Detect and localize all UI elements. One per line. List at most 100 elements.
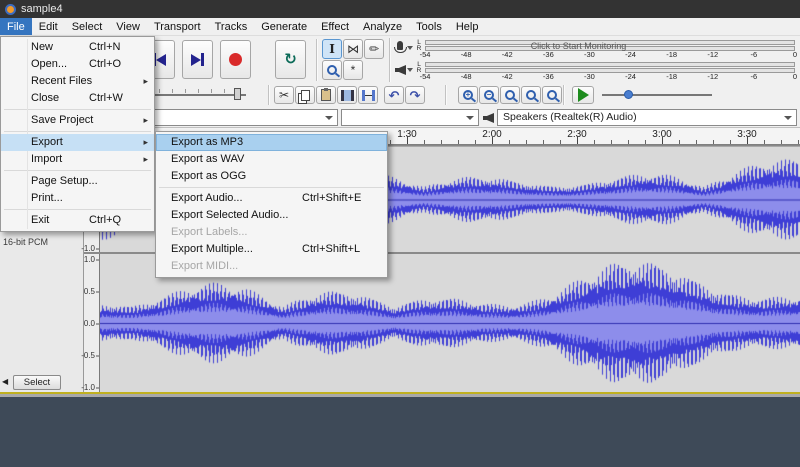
menubar: File Edit Select View Transport Tracks Generat… bbox=[0, 18, 800, 36]
paste-icon bbox=[321, 88, 331, 101]
menubar-item-generate[interactable]: Generate bbox=[254, 18, 314, 35]
file-menu-item-open[interactable]: Open... Ctrl+O bbox=[1, 56, 154, 73]
file-menu-item-import[interactable]: Import ▸ bbox=[1, 151, 154, 168]
zoom-toggle-button[interactable] bbox=[542, 86, 562, 104]
redo-button[interactable]: ↷ bbox=[405, 86, 425, 104]
timeline-tick bbox=[696, 140, 697, 144]
cut-button[interactable]: ✂ bbox=[274, 86, 294, 104]
timeline-tick bbox=[458, 140, 459, 144]
monitoring-status-text[interactable]: Click to Start Monitoring bbox=[531, 42, 627, 51]
selection-tool-button[interactable]: I bbox=[322, 39, 342, 59]
draw-tool-icon: ✏ bbox=[368, 42, 380, 56]
file-menu-item-exit[interactable]: Exit Ctrl+Q bbox=[1, 212, 154, 229]
submenu-arrow-icon: ▸ bbox=[143, 154, 148, 164]
playback-device-value: Speakers (Realtek(R) Audio) bbox=[503, 111, 637, 123]
export-submenu-item-export-as-ogg[interactable]: Export as OGG bbox=[156, 168, 387, 185]
timeline-tick bbox=[407, 137, 408, 144]
menubar-item-tracks[interactable]: Tracks bbox=[208, 18, 255, 35]
zoom-fit-button[interactable] bbox=[521, 86, 541, 104]
silence-audio-icon bbox=[361, 89, 375, 101]
menu-item-shortcut: Ctrl+O bbox=[89, 58, 122, 70]
file-menu-item-print[interactable]: Print... bbox=[1, 190, 154, 207]
recording-volume-thumb[interactable] bbox=[234, 88, 241, 100]
zoom-in-icon: + bbox=[463, 90, 473, 100]
speaker-icon bbox=[395, 65, 406, 75]
menu-item-label: Save Project bbox=[31, 114, 94, 126]
export-submenu-item-export-multiple[interactable]: Export Multiple... Ctrl+Shift+L bbox=[156, 241, 387, 258]
playback-meter[interactable]: LR -54 -48 -42 -36 -30 -24 -18 -12 -6 0 bbox=[393, 60, 798, 81]
track-select-button[interactable]: Select bbox=[13, 375, 61, 390]
paste-button[interactable] bbox=[316, 86, 336, 104]
menubar-item-tools[interactable]: Tools bbox=[409, 18, 449, 35]
collapse-track-icon[interactable]: ◀ bbox=[2, 378, 8, 386]
play-speed-thumb[interactable] bbox=[624, 90, 633, 99]
meter-scale-label: -12 bbox=[707, 72, 719, 81]
menubar-item-transport[interactable]: Transport bbox=[147, 18, 208, 35]
file-menu-item-export[interactable]: Export ▸ bbox=[1, 134, 154, 151]
export-submenu-item-export-selected-audio[interactable]: Export Selected Audio... bbox=[156, 207, 387, 224]
copy-button[interactable] bbox=[295, 86, 315, 104]
menu-item-label: Export as OGG bbox=[171, 170, 247, 182]
vertical-ruler-right[interactable]: 1.0 0.5 0.0 -0.5 -1.0 bbox=[81, 254, 100, 392]
trim-audio-icon bbox=[340, 89, 354, 101]
menu-item-label: Export Labels... bbox=[171, 226, 248, 238]
timeline-tick bbox=[577, 137, 578, 144]
multi-tool-icon: * bbox=[350, 63, 356, 77]
meter-scale-label: -42 bbox=[501, 50, 513, 59]
menubar-item-view[interactable]: View bbox=[109, 18, 147, 35]
record-button[interactable] bbox=[220, 40, 251, 79]
timeline-tick bbox=[798, 140, 799, 144]
menu-item-label: Export as MP3 bbox=[171, 136, 244, 148]
play-at-speed-button[interactable] bbox=[572, 86, 594, 104]
multi-tool-button[interactable]: * bbox=[343, 60, 363, 80]
meter-dropdown-arrow-icon[interactable] bbox=[407, 46, 413, 50]
file-menu-separator bbox=[4, 209, 151, 210]
vertical-ruler-tick bbox=[96, 355, 99, 357]
export-submenu-item-export-audio[interactable]: Export Audio... Ctrl+Shift+E bbox=[156, 190, 387, 207]
meter-scale-label: -24 bbox=[625, 72, 636, 81]
menubar-item-help[interactable]: Help bbox=[449, 18, 486, 35]
zoom-out-icon: − bbox=[484, 90, 494, 100]
recording-channels-dropdown[interactable] bbox=[341, 109, 479, 126]
titlebar[interactable]: sample4 bbox=[0, 0, 800, 18]
loop-button[interactable]: ↻ bbox=[275, 40, 306, 79]
menubar-item-effect[interactable]: Effect bbox=[314, 18, 356, 35]
zoom-selection-icon bbox=[505, 90, 515, 100]
vertical-ruler-label: 1.0 bbox=[83, 254, 95, 264]
export-submenu-item-export-as-wav[interactable]: Export as WAV bbox=[156, 151, 387, 168]
playback-device-dropdown[interactable]: Speakers (Realtek(R) Audio) bbox=[497, 109, 797, 126]
cut-icon: ✂ bbox=[278, 88, 290, 102]
menubar-item-analyze[interactable]: Analyze bbox=[356, 18, 409, 35]
export-submenu-item-export-as-mp3[interactable]: Export as MP3 bbox=[156, 134, 387, 151]
menubar-item-file[interactable]: File bbox=[0, 18, 32, 35]
recording-meter[interactable]: LR -54 -48 -42 -36 -30 -24 -18 -12 -6 0 Click to … bbox=[393, 38, 798, 59]
play-at-speed-icon bbox=[577, 88, 589, 102]
trim-audio-button[interactable] bbox=[337, 86, 357, 104]
vertical-ruler-tick bbox=[96, 248, 99, 250]
export-submenu-item-export-midi: Export MIDI... bbox=[156, 258, 387, 275]
undo-button[interactable]: ↶ bbox=[384, 86, 404, 104]
envelope-tool-button[interactable]: ⋈ bbox=[343, 39, 363, 59]
timeline-tick bbox=[730, 140, 731, 144]
file-menu-item-close[interactable]: Close Ctrl+W bbox=[1, 90, 154, 107]
file-menu-item-recent-files[interactable]: Recent Files ▸ bbox=[1, 73, 154, 90]
file-menu-item-save-project[interactable]: Save Project ▸ bbox=[1, 112, 154, 129]
meter-scale-label: -6 bbox=[750, 50, 758, 59]
file-menu-separator bbox=[4, 170, 151, 171]
skip-to-end-button[interactable] bbox=[182, 40, 213, 79]
play-speed-slider[interactable] bbox=[602, 94, 712, 96]
file-menu-item-new[interactable]: New Ctrl+N bbox=[1, 39, 154, 56]
menubar-item-edit[interactable]: Edit bbox=[32, 18, 65, 35]
draw-tool-button[interactable]: ✏ bbox=[364, 39, 384, 59]
file-menu-item-page-setup[interactable]: Page Setup... bbox=[1, 173, 154, 190]
menubar-item-select[interactable]: Select bbox=[65, 18, 110, 35]
zoom-selection-button[interactable] bbox=[500, 86, 520, 104]
zoom-tool-button[interactable] bbox=[322, 60, 342, 80]
zoom-out-button[interactable]: − bbox=[479, 86, 499, 104]
menu-item-label: Print... bbox=[31, 192, 63, 204]
meter-scale-label: -24 bbox=[625, 50, 636, 59]
zoom-in-button[interactable]: + bbox=[458, 86, 478, 104]
meter-scale-label: 0 bbox=[792, 72, 798, 81]
silence-audio-button[interactable] bbox=[358, 86, 378, 104]
meter-dropdown-arrow-icon[interactable] bbox=[407, 68, 413, 72]
